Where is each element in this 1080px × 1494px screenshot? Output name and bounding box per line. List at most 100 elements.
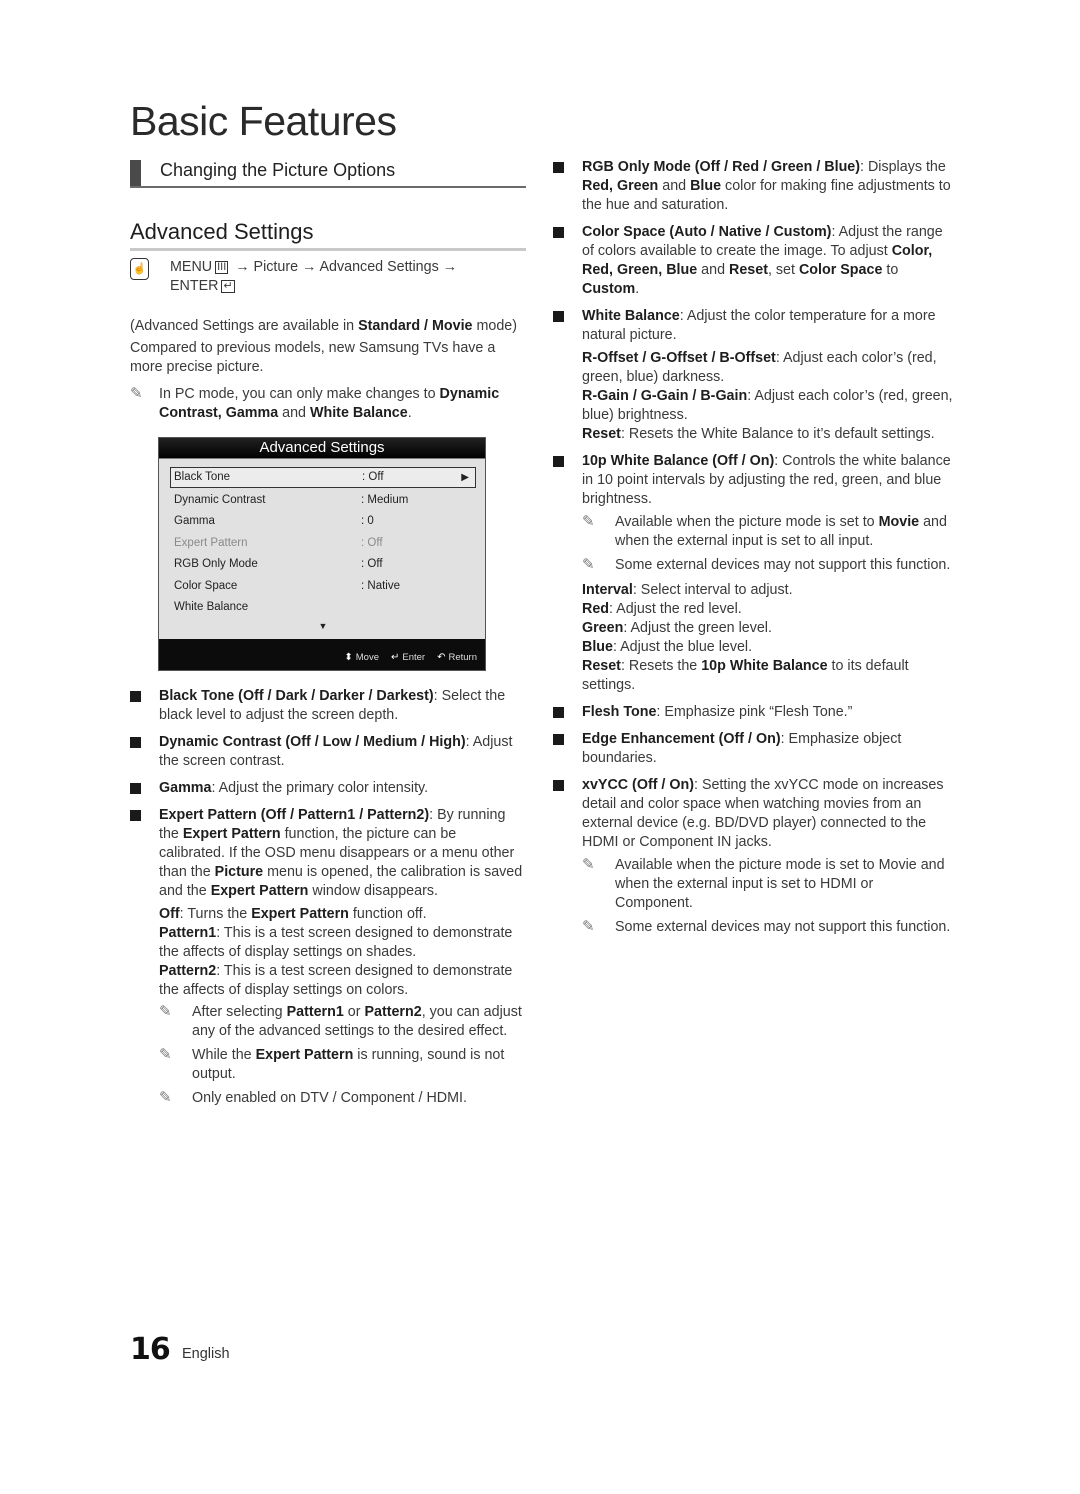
note-xvycc-availability: ✎ Available when the picture mode is set… — [553, 856, 953, 913]
bold-text: Pattern2 — [159, 963, 217, 979]
osd-row-black-tone[interactable]: Black Tone : Off ▶ — [170, 467, 476, 488]
hint-move: ⬍ Move — [344, 648, 379, 667]
text: mode) — [472, 318, 518, 334]
bold-text: Standard / Movie — [358, 318, 473, 334]
text: window disappears. — [308, 883, 438, 899]
text: and — [658, 178, 691, 194]
text: : Adjust the green level. — [623, 620, 772, 636]
osd-row-label: RGB Only Mode — [174, 558, 258, 571]
osd-row-label: Dynamic Contrast — [174, 494, 266, 506]
page-title: Basic Features — [130, 98, 397, 144]
expert-pattern2: Pattern2: This is a test screen designed… — [130, 962, 526, 1000]
wb10-blue: Blue: Adjust the blue level. — [553, 638, 953, 657]
osd-row-value: : Off — [361, 536, 383, 549]
bullet-10p-white-balance: 10p White Balance (Off / On): Controls t… — [553, 452, 953, 509]
osd-row-white-balance[interactable]: White Balance — [170, 597, 476, 618]
bullet-square-icon — [553, 227, 564, 238]
up-down-icon: ⬍ — [344, 652, 353, 663]
pencil-note-icon: ✎ — [130, 385, 143, 402]
osd-row-value: : Medium — [361, 494, 409, 506]
text: : Adjust the primary color intensity. — [211, 780, 429, 796]
osd-row-value: : Native — [361, 579, 400, 592]
osd-row-color-space[interactable]: Color Space : Native — [170, 576, 476, 597]
text: and — [278, 405, 310, 421]
text: function off. — [348, 906, 427, 922]
arrow: → — [442, 259, 458, 275]
section-header: Changing the Picture Options — [130, 158, 526, 188]
text: After selecting — [192, 1004, 287, 1020]
pencil-note-icon: ✎ — [582, 856, 595, 873]
text: : Adjust the red level. — [609, 601, 742, 617]
bold-text: Color Space (Auto / Native / Custom) — [582, 224, 832, 240]
bullet-square-icon — [130, 783, 141, 794]
note-pattern-adjust: ✎ After selecting Pattern1 or Pattern2, … — [130, 1003, 526, 1041]
bold-text: Gamma — [159, 780, 212, 796]
bullet-square-icon — [553, 456, 564, 467]
bullet-square-icon — [553, 162, 564, 173]
bullet-black-tone: Black Tone (Off / Dark / Darker / Darkes… — [130, 687, 526, 725]
bullet-square-icon — [553, 780, 564, 791]
osd-row-label: White Balance — [174, 600, 249, 613]
bold-text: Expert Pattern — [210, 883, 309, 899]
bullet-square-icon — [553, 734, 564, 745]
osd-row-label: Black Tone — [174, 471, 231, 483]
text: (Advanced Settings are available in — [130, 318, 359, 334]
text: or — [343, 1004, 365, 1020]
text: , set — [767, 262, 799, 278]
bold-text: Flesh Tone — [582, 704, 657, 720]
text: to — [882, 262, 899, 278]
osd-row-label: Gamma — [174, 515, 215, 528]
bold-text: Expert Pattern — [255, 1047, 354, 1063]
text: . — [407, 405, 412, 421]
osd-row-label: Color Space — [174, 579, 238, 592]
osd-row-rgb-only-mode[interactable]: RGB Only Mode : Off — [170, 554, 476, 575]
bullet-square-icon — [553, 311, 564, 322]
bold-text: Custom — [582, 281, 636, 297]
scroll-down-icon[interactable]: ▼ — [170, 618, 476, 634]
text: : Resets the — [620, 658, 702, 674]
text: : Emphasize pink “Flesh Tone.” — [656, 704, 853, 720]
hint-return-label: Return — [448, 652, 477, 663]
osd-footer: ⬍ Move ↵ Enter ↶ Return — [159, 639, 485, 670]
osd-advanced-settings-menu: Advanced Settings Black Tone : Off ▶ Dyn… — [158, 437, 486, 671]
bold-text: Picture — [214, 864, 264, 880]
bullet-color-space: Color Space (Auto / Native / Custom): Ad… — [553, 223, 953, 299]
note-10p-devices: ✎ Some external devices may not support … — [553, 556, 953, 575]
remote-hand-icon: ☝ — [130, 258, 149, 280]
right-column: RGB Only Mode (Off / Red / Green / Blue)… — [553, 158, 953, 942]
text: Some external devices may not support th… — [615, 557, 951, 573]
pencil-note-icon: ✎ — [582, 513, 595, 530]
hint-enter-label: Enter — [402, 652, 426, 663]
bold-text: White Balance — [309, 405, 408, 421]
bold-text: Reset — [729, 262, 768, 278]
osd-row-value: : Off — [362, 471, 384, 483]
hint-move-label: Move — [355, 652, 379, 663]
text: : Displays the — [860, 159, 946, 175]
menu-icon: III — [215, 261, 229, 274]
bullet-rgb-only-mode: RGB Only Mode (Off / Red / Green / Blue)… — [553, 158, 953, 215]
pencil-note-icon: ✎ — [159, 1089, 172, 1106]
bold-text: Blue — [690, 178, 722, 194]
bold-text: 10p White Balance — [701, 658, 828, 674]
return-icon: ↶ — [437, 652, 446, 663]
bullet-square-icon — [130, 737, 141, 748]
bullet-white-balance: White Balance: Adjust the color temperat… — [553, 307, 953, 345]
availability-text: (Advanced Settings are available in Stan… — [130, 317, 526, 336]
bullet-square-icon — [553, 707, 564, 718]
bold-text: Expert Pattern — [251, 906, 349, 922]
bold-text: Dynamic Contrast (Off / Low / Medium / H… — [159, 734, 466, 750]
text: Only enabled on DTV / Component / HDMI. — [192, 1090, 467, 1106]
note-xvycc-devices: ✎ Some external devices may not support … — [553, 918, 953, 937]
osd-title: Advanced Settings — [159, 438, 485, 459]
osd-rows: Black Tone : Off ▶ Dynamic Contrast : Me… — [159, 459, 485, 634]
bold-text: Reset — [582, 426, 621, 442]
bold-text: Red, Green — [582, 178, 659, 194]
bold-text: Off — [159, 906, 180, 922]
sub-title: Advanced Settings — [130, 219, 526, 251]
wb10-interval: Interval: Select interval to adjust. — [553, 581, 953, 600]
bold-text: RGB Only Mode (Off / Red / Green / Blue) — [582, 159, 861, 175]
bold-text: Green — [582, 620, 624, 636]
bold-text: Blue — [582, 639, 613, 655]
osd-row-gamma[interactable]: Gamma : 0 — [170, 511, 476, 532]
osd-row-dynamic-contrast[interactable]: Dynamic Contrast : Medium — [170, 490, 476, 511]
